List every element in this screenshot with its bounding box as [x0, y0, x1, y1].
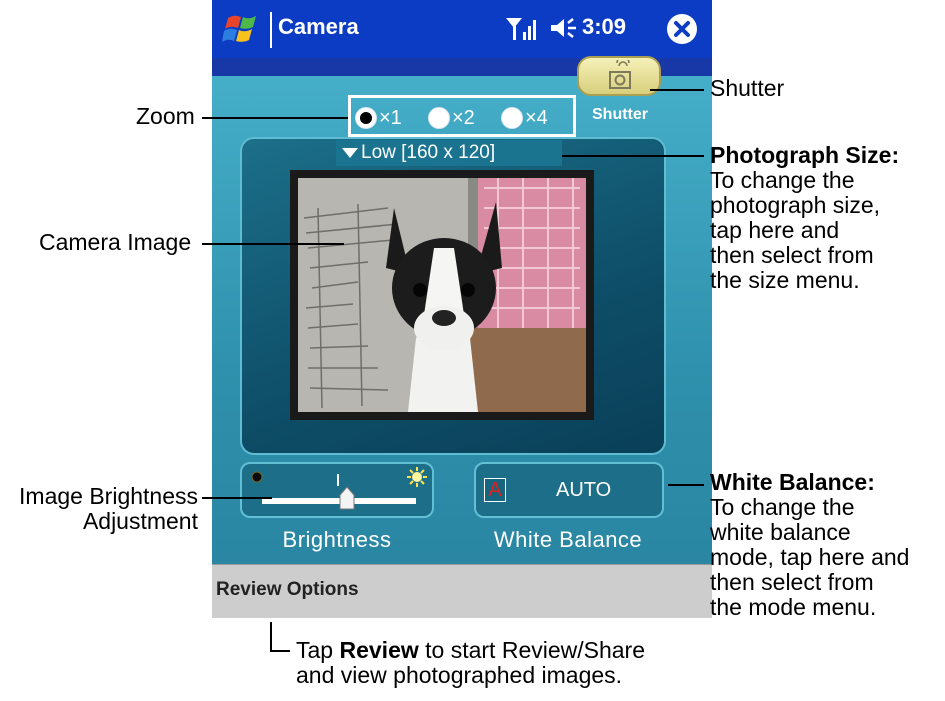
review-callout-line-v: [270, 622, 272, 651]
zoom-callout-line: [202, 117, 348, 119]
white-balance-control[interactable]: A AUTO: [474, 462, 664, 518]
brightness-callout-line1: Image Brightness: [19, 483, 198, 509]
callout-desc-line: the mode menu.: [710, 594, 877, 620]
review-callout-line2: and view photographed images.: [296, 662, 623, 688]
white-balance-callout-line: [668, 484, 704, 486]
white-balance-value: AUTO: [556, 479, 612, 501]
shutter-callout-line: [650, 89, 704, 91]
brightness-callout-line: [202, 497, 272, 499]
review-options-menu[interactable]: Review Options: [216, 579, 359, 601]
close-icon[interactable]: [666, 13, 698, 45]
photo-size-selector[interactable]: Low [160 x 120]: [336, 140, 562, 166]
title-divider: [270, 12, 272, 48]
radio-selected-icon: [355, 107, 377, 129]
signal-icon[interactable]: [504, 14, 538, 42]
radio-icon: [428, 107, 450, 129]
callout-desc-line: To change the: [710, 494, 855, 520]
callout-desc-line: the size menu.: [710, 267, 860, 293]
white-balance-callout-title: White Balance:: [710, 469, 875, 495]
photo-size-callout-line: [562, 155, 704, 157]
dark-sun-icon: [251, 471, 263, 483]
brightness-slider-thumb[interactable]: [339, 486, 355, 510]
review-callout: Tap Review to start Review/Share and vie…: [296, 638, 645, 688]
photo-size-callout: Photograph Size: To change the photograp…: [710, 143, 899, 293]
photo-size-callout-title: Photograph Size:: [710, 142, 900, 168]
zoom-option-x2[interactable]: ×2: [428, 106, 475, 130]
photo-size-value: Low [160 x 120]: [361, 142, 496, 163]
volume-icon[interactable]: [549, 15, 579, 41]
review-callout-bold: Review: [339, 637, 419, 663]
bright-sun-icon: [407, 467, 427, 487]
callout-desc-line: photograph size,: [710, 192, 881, 218]
zoom-callout: Zoom: [136, 103, 195, 129]
review-callout-tap: Tap: [296, 637, 334, 663]
slider-center-tick: [337, 474, 339, 486]
callout-desc-line: mode, tap here and: [710, 544, 910, 570]
camera-image: [298, 178, 586, 412]
brightness-label: Brightness: [282, 527, 392, 552]
zoom-label: ×2: [452, 106, 475, 129]
callout-desc-line: white balance: [710, 519, 851, 545]
radio-icon: [501, 107, 523, 129]
zoom-option-x1[interactable]: ×1: [355, 106, 402, 130]
camera-icon: [609, 60, 631, 89]
callout-desc-line: tap here and: [710, 217, 840, 243]
shutter-callout: Shutter: [710, 75, 785, 101]
zoom-label: ×1: [379, 106, 402, 129]
device-screen: Camera 3:09 Shutter ×1 ×2 ×4 Low [160 x …: [212, 0, 712, 618]
brightness-callout: Image Brightness Adjustment: [0, 484, 198, 534]
zoom-option-x4[interactable]: ×4: [501, 106, 548, 130]
windows-start-icon[interactable]: [222, 10, 264, 48]
zoom-label: ×4: [525, 106, 548, 129]
camera-image-frame: [290, 170, 594, 420]
white-balance-label: White Balance: [493, 527, 643, 552]
menu-bar: Review Options: [212, 564, 712, 618]
clock[interactable]: 3:09: [582, 14, 626, 40]
camera-image-callout: Camera Image: [39, 229, 192, 255]
callout-desc-line: then select from: [710, 569, 874, 595]
white-balance-auto-icon: A: [484, 478, 506, 502]
review-callout-rest: to start Review/Share: [425, 637, 646, 663]
shutter-button[interactable]: [577, 56, 661, 96]
brightness-control[interactable]: [240, 462, 434, 518]
dropdown-arrow-icon: [342, 148, 358, 158]
brightness-callout-line2: Adjustment: [82, 508, 198, 534]
title-bar: Camera 3:09: [212, 0, 712, 58]
zoom-selector: ×1 ×2 ×4: [348, 95, 576, 137]
callout-desc-line: To change the: [710, 167, 855, 193]
review-callout-line-h: [270, 650, 290, 652]
camera-image-callout-line: [202, 243, 344, 245]
shutter-label: Shutter: [592, 106, 648, 123]
app-title: Camera: [278, 14, 359, 39]
callout-desc-line: then select from: [710, 242, 874, 268]
white-balance-callout: White Balance: To change the white balan…: [710, 470, 909, 620]
